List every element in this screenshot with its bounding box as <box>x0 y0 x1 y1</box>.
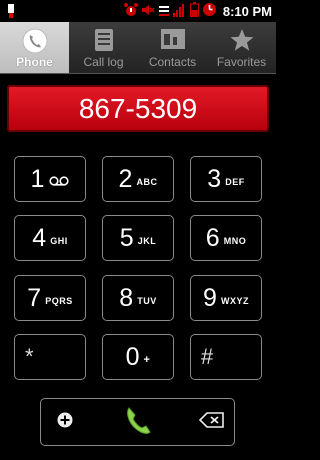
alarm-icon <box>123 2 138 21</box>
key-3-letters: DEF <box>225 177 245 187</box>
key-0-digit: 0 <box>125 342 140 371</box>
key-0[interactable]: 0 + <box>102 334 174 380</box>
key-7[interactable]: 7 PQRS <box>14 275 86 321</box>
key-9-letters: WXYZ <box>220 296 249 306</box>
tab-phone-label: Phone <box>16 55 53 69</box>
key-5-digit: 5 <box>119 223 134 252</box>
key-8[interactable]: 8 TUV <box>102 275 174 321</box>
key-star[interactable]: * <box>14 334 86 380</box>
key-9[interactable]: 9 WXYZ <box>190 275 262 321</box>
call-icon <box>123 404 153 440</box>
dialed-number-field[interactable]: 867-5309 <box>7 85 269 132</box>
tab-favorites[interactable]: Favorites <box>207 22 276 73</box>
key-3[interactable]: 3 DEF <box>190 156 262 202</box>
tab-favorites-label: Favorites <box>216 55 267 69</box>
key-2-letters: ABC <box>136 177 158 187</box>
add-contact-icon <box>57 412 73 432</box>
backspace-icon <box>198 412 225 432</box>
key-hash[interactable]: # <box>190 334 262 380</box>
tab-call-log-label: Call log <box>83 55 124 69</box>
key-4-digit: 4 <box>32 223 47 252</box>
key-5-letters: JKL <box>137 236 157 246</box>
dialed-number: 867-5309 <box>78 92 198 124</box>
key-7-letters: PQRS <box>45 296 73 306</box>
key-0-letters: + <box>143 354 151 366</box>
tab-contacts[interactable]: Contacts <box>138 22 207 73</box>
key-6[interactable]: 6 MNO <box>190 215 262 261</box>
key-2-digit: 2 <box>118 164 133 193</box>
usb-icon <box>6 3 16 23</box>
signal-icon <box>172 2 187 21</box>
tab-call-log[interactable]: Call log <box>69 22 138 73</box>
status-time: 8:10 PM <box>222 3 272 19</box>
star-icon <box>229 28 255 55</box>
key-hash-digit: # <box>201 344 214 369</box>
key-3-digit: 3 <box>207 164 222 193</box>
vibrate-icon <box>158 2 170 21</box>
phone-icon <box>22 28 48 57</box>
key-1-digit: 1 <box>30 164 45 193</box>
key-8-digit: 8 <box>119 283 134 312</box>
delete-button[interactable] <box>193 399 231 445</box>
mute-icon <box>141 2 155 21</box>
clock-icon <box>202 2 217 21</box>
contacts-icon <box>160 28 186 53</box>
key-4-letters: GHI <box>50 236 68 246</box>
add-contact-button[interactable] <box>47 399 83 445</box>
tab-contacts-label: Contacts <box>148 55 197 69</box>
key-6-letters: MNO <box>223 236 247 246</box>
key-9-digit: 9 <box>203 283 217 312</box>
battery-icon <box>189 1 199 21</box>
key-2[interactable]: 2 ABC <box>102 156 174 202</box>
key-5[interactable]: 5 JKL <box>102 215 174 261</box>
tab-bar: Phone Call log Contacts Favorites <box>0 22 276 74</box>
key-1[interactable]: 1 <box>14 156 86 202</box>
key-7-digit: 7 <box>27 283 42 312</box>
voicemail-icon <box>49 171 70 190</box>
call-button[interactable] <box>113 399 163 445</box>
key-4[interactable]: 4 GHI <box>14 215 86 261</box>
dialer-action-bar <box>40 398 235 446</box>
key-8-letters: TUV <box>137 296 157 306</box>
key-star-digit: * <box>25 344 34 369</box>
tab-phone[interactable]: Phone <box>0 22 69 73</box>
call-log-icon <box>94 28 114 55</box>
status-bar: 8:10 PM <box>0 0 276 22</box>
key-6-digit: 6 <box>205 223 220 252</box>
